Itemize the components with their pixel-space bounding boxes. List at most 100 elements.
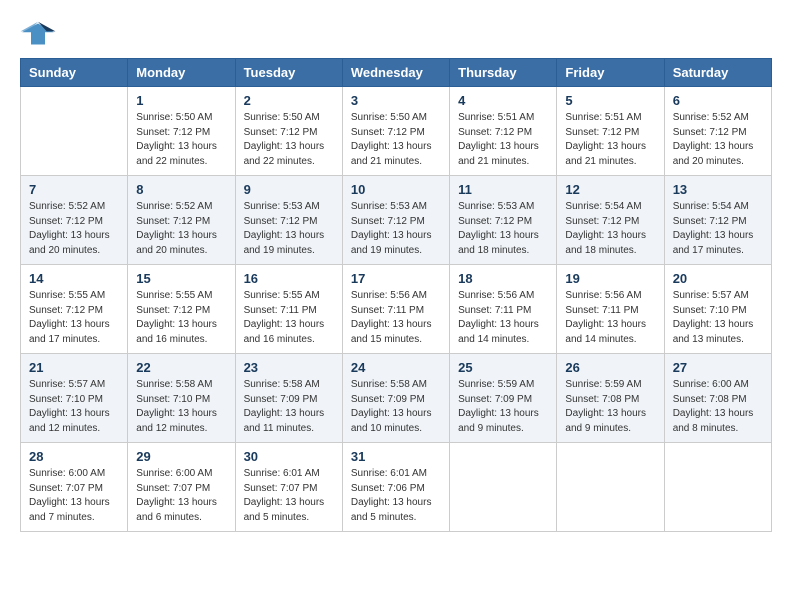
day-info: Sunrise: 5:55 AMSunset: 7:12 PMDaylight:… (29, 289, 119, 347)
calendar-cell: 8Sunrise: 5:52 AMSunset: 7:12 PMDaylight… (128, 176, 235, 265)
day-info: Sunrise: 5:51 AMSunset: 7:12 PMDaylight:… (458, 111, 548, 169)
day-number: 9 (244, 182, 334, 197)
day-info: Sunrise: 6:00 AMSunset: 7:07 PMDaylight:… (29, 467, 119, 525)
day-info: Sunrise: 5:52 AMSunset: 7:12 PMDaylight:… (29, 200, 119, 258)
calendar-cell: 31 Sunrise: 6:01 AMSunset: 7:06 PMDayligh… (342, 443, 449, 532)
day-number: 10 (351, 182, 441, 197)
calendar-cell: 10 Sunrise: 5:53 AMSunset: 7:12 PMDayligh… (342, 176, 449, 265)
calendar-week-row: 1 Sunrise: 5:50 AMSunset: 7:12 PMDaylight… (21, 87, 772, 176)
calendar-cell: 4 Sunrise: 5:51 AMSunset: 7:12 PMDaylight… (450, 87, 557, 176)
day-info: Sunrise: 5:57 AMSunset: 7:10 PMDaylight:… (29, 378, 119, 436)
calendar-table: SundayMondayTuesdayWednesdayThursdayFrid… (20, 58, 772, 532)
day-number: 6 (673, 93, 763, 108)
day-number: 25 (458, 360, 548, 375)
calendar-cell (557, 443, 664, 532)
calendar-cell: 13 Sunrise: 5:54 AMSunset: 7:12 PMDayligh… (664, 176, 771, 265)
day-info: Sunrise: 5:55 AMSunset: 7:12 PMDaylight:… (136, 289, 226, 347)
day-info: Sunrise: 5:58 AMSunset: 7:10 PMDaylight:… (136, 378, 226, 436)
calendar-cell: 17Sunrise: 5:56 AMSunset: 7:11 PMDayligh… (342, 265, 449, 354)
calendar-cell: 19 Sunrise: 5:56 AMSunset: 7:11 PMDayligh… (557, 265, 664, 354)
day-info: Sunrise: 5:50 AMSunset: 7:12 PMDaylight:… (244, 111, 334, 169)
day-info: Sunrise: 5:56 AMSunset: 7:11 PMDaylight:… (565, 289, 655, 347)
calendar-cell: 22 Sunrise: 5:58 AMSunset: 7:10 PMDayligh… (128, 354, 235, 443)
day-number: 8 (136, 182, 226, 197)
day-info: Sunrise: 6:01 AMSunset: 7:06 PMDaylight:… (351, 467, 441, 525)
calendar-cell: 29 Sunrise: 6:00 AMSunset: 7:07 PMDayligh… (128, 443, 235, 532)
day-number: 19 (565, 271, 655, 286)
calendar-cell: 18 Sunrise: 5:56 AMSunset: 7:11 PMDayligh… (450, 265, 557, 354)
calendar-cell: 7 Sunrise: 5:52 AMSunset: 7:12 PMDaylight… (21, 176, 128, 265)
logo-icon (20, 20, 56, 48)
day-number: 23 (244, 360, 334, 375)
calendar-cell: 11Sunrise: 5:53 AMSunset: 7:12 PMDayligh… (450, 176, 557, 265)
calendar-cell: 28 Sunrise: 6:00 AMSunset: 7:07 PMDayligh… (21, 443, 128, 532)
page-header (20, 20, 772, 48)
calendar-cell: 26Sunrise: 5:59 AMSunset: 7:08 PMDayligh… (557, 354, 664, 443)
day-info: Sunrise: 5:50 AMSunset: 7:12 PMDaylight:… (351, 111, 441, 169)
day-number: 11 (458, 182, 548, 197)
day-number: 3 (351, 93, 441, 108)
weekday-header-cell: Wednesday (342, 59, 449, 87)
day-info: Sunrise: 5:52 AMSunset: 7:12 PMDaylight:… (673, 111, 763, 169)
day-number: 29 (136, 449, 226, 464)
day-info: Sunrise: 5:50 AMSunset: 7:12 PMDaylight:… (136, 111, 226, 169)
day-number: 21 (29, 360, 119, 375)
calendar-cell: 25 Sunrise: 5:59 AMSunset: 7:09 PMDayligh… (450, 354, 557, 443)
day-number: 26 (565, 360, 655, 375)
day-number: 12 (565, 182, 655, 197)
weekday-header-cell: Tuesday (235, 59, 342, 87)
calendar-body: 1 Sunrise: 5:50 AMSunset: 7:12 PMDaylight… (21, 87, 772, 532)
calendar-week-row: 28 Sunrise: 6:00 AMSunset: 7:07 PMDayligh… (21, 443, 772, 532)
weekday-header-cell: Thursday (450, 59, 557, 87)
day-number: 14 (29, 271, 119, 286)
calendar-cell: 6 Sunrise: 5:52 AMSunset: 7:12 PMDaylight… (664, 87, 771, 176)
day-info: Sunrise: 5:54 AMSunset: 7:12 PMDaylight:… (673, 200, 763, 258)
day-number: 15 (136, 271, 226, 286)
day-number: 1 (136, 93, 226, 108)
calendar-cell: 20 Sunrise: 5:57 AMSunset: 7:10 PMDayligh… (664, 265, 771, 354)
calendar-cell: 12 Sunrise: 5:54 AMSunset: 7:12 PMDayligh… (557, 176, 664, 265)
day-info: Sunrise: 5:56 AMSunset: 7:11 PMDaylight:… (458, 289, 548, 347)
day-info: Sunrise: 5:51 AMSunset: 7:12 PMDaylight:… (565, 111, 655, 169)
day-number: 7 (29, 182, 119, 197)
day-number: 27 (673, 360, 763, 375)
day-info: Sunrise: 5:57 AMSunset: 7:10 PMDaylight:… (673, 289, 763, 347)
day-info: Sunrise: 5:53 AMSunset: 7:12 PMDaylight:… (244, 200, 334, 258)
day-number: 4 (458, 93, 548, 108)
calendar-cell: 2Sunrise: 5:50 AMSunset: 7:12 PMDaylight… (235, 87, 342, 176)
day-number: 28 (29, 449, 119, 464)
day-number: 22 (136, 360, 226, 375)
day-number: 13 (673, 182, 763, 197)
weekday-header-cell: Saturday (664, 59, 771, 87)
day-info: Sunrise: 5:58 AMSunset: 7:09 PMDaylight:… (351, 378, 441, 436)
calendar-cell: 15 Sunrise: 5:55 AMSunset: 7:12 PMDayligh… (128, 265, 235, 354)
calendar-cell: 23 Sunrise: 5:58 AMSunset: 7:09 PMDayligh… (235, 354, 342, 443)
calendar-cell: 14 Sunrise: 5:55 AMSunset: 7:12 PMDayligh… (21, 265, 128, 354)
calendar-cell: 3 Sunrise: 5:50 AMSunset: 7:12 PMDaylight… (342, 87, 449, 176)
day-info: Sunrise: 5:59 AMSunset: 7:09 PMDaylight:… (458, 378, 548, 436)
calendar-cell: 9 Sunrise: 5:53 AMSunset: 7:12 PMDaylight… (235, 176, 342, 265)
day-number: 18 (458, 271, 548, 286)
day-info: Sunrise: 5:58 AMSunset: 7:09 PMDaylight:… (244, 378, 334, 436)
day-number: 5 (565, 93, 655, 108)
calendar-week-row: 7 Sunrise: 5:52 AMSunset: 7:12 PMDaylight… (21, 176, 772, 265)
day-number: 31 (351, 449, 441, 464)
calendar-cell (450, 443, 557, 532)
day-number: 30 (244, 449, 334, 464)
calendar-week-row: 21 Sunrise: 5:57 AMSunset: 7:10 PMDayligh… (21, 354, 772, 443)
day-info: Sunrise: 5:53 AMSunset: 7:12 PMDaylight:… (351, 200, 441, 258)
calendar-cell (664, 443, 771, 532)
day-number: 20 (673, 271, 763, 286)
day-number: 16 (244, 271, 334, 286)
day-info: Sunrise: 6:00 AMSunset: 7:08 PMDaylight:… (673, 378, 763, 436)
calendar-cell: 30Sunrise: 6:01 AMSunset: 7:07 PMDayligh… (235, 443, 342, 532)
day-info: Sunrise: 6:00 AMSunset: 7:07 PMDaylight:… (136, 467, 226, 525)
logo (20, 20, 62, 48)
weekday-header-row: SundayMondayTuesdayWednesdayThursdayFrid… (21, 59, 772, 87)
calendar-cell: 16Sunrise: 5:55 AMSunset: 7:11 PMDayligh… (235, 265, 342, 354)
weekday-header-cell: Monday (128, 59, 235, 87)
day-info: Sunrise: 5:54 AMSunset: 7:12 PMDaylight:… (565, 200, 655, 258)
day-number: 24 (351, 360, 441, 375)
calendar-cell: 1 Sunrise: 5:50 AMSunset: 7:12 PMDaylight… (128, 87, 235, 176)
day-number: 17 (351, 271, 441, 286)
